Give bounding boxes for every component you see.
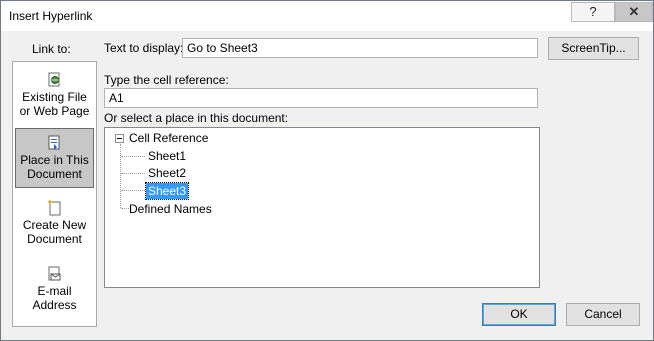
- new-document-icon: [47, 200, 62, 216]
- text-to-display-label: Text to display:: [104, 41, 184, 55]
- tree-connector: [121, 173, 145, 174]
- email-icon: [48, 266, 62, 282]
- help-button[interactable]: ?: [571, 2, 615, 22]
- sidebar-item-label: Document: [27, 232, 82, 246]
- tree-node-sheet3[interactable]: Sheet3: [144, 182, 190, 200]
- sidebar-item-label: E-mail: [37, 284, 72, 298]
- link-to-sidebar: Existing File or Web Page Place in This …: [12, 61, 97, 327]
- tree-connector: [120, 144, 121, 208]
- sidebar-item-existing-file[interactable]: Existing File or Web Page: [15, 66, 94, 126]
- sidebar-item-label: Existing File: [22, 90, 87, 104]
- tree-connector: [121, 156, 145, 157]
- sidebar-item-label: Document: [27, 167, 82, 181]
- cell-reference-input[interactable]: A1: [104, 88, 538, 108]
- ok-button[interactable]: OK: [482, 303, 556, 326]
- existing-file-icon: [48, 72, 62, 88]
- select-place-label: Or select a place in this document:: [104, 111, 289, 125]
- tree-node-sheet2[interactable]: Sheet2: [146, 165, 188, 181]
- sidebar-item-create-new-document[interactable]: Create New Document: [15, 194, 94, 254]
- tree-node-sheet1[interactable]: Sheet1: [146, 148, 188, 164]
- title-bar: Insert Hyperlink ? ✕: [1, 1, 653, 31]
- place-in-document-icon: [48, 135, 62, 151]
- text-to-display-input[interactable]: Go to Sheet3: [182, 38, 538, 58]
- sidebar-item-label: Place in This: [20, 153, 89, 167]
- document-places-tree[interactable]: Cell Reference Sheet1 Sheet2 Sheet3 Defi…: [104, 127, 540, 288]
- collapse-toggle[interactable]: [115, 134, 124, 143]
- sidebar-item-place-in-document[interactable]: Place in This Document: [15, 128, 94, 188]
- dialog-title: Insert Hyperlink: [9, 9, 93, 23]
- tree-connector: [121, 190, 145, 191]
- sidebar-item-label: Create New: [22, 218, 87, 232]
- insert-hyperlink-dialog: Insert Hyperlink ? ✕ Link to: Existing F…: [0, 0, 654, 341]
- sidebar-item-email-address[interactable]: E-mail Address: [15, 260, 94, 320]
- tree-node-defined-names[interactable]: Defined Names: [127, 201, 214, 217]
- screentip-button[interactable]: ScreenTip...: [548, 37, 639, 60]
- sidebar-item-label: Address: [32, 298, 77, 312]
- cancel-button[interactable]: Cancel: [566, 303, 640, 326]
- link-to-label: Link to:: [32, 42, 71, 56]
- tree-node-cell-reference[interactable]: Cell Reference: [127, 130, 210, 146]
- sidebar-item-label: or Web Page: [19, 104, 90, 118]
- cell-reference-label: Type the cell reference:: [104, 73, 229, 87]
- close-button[interactable]: ✕: [615, 2, 653, 22]
